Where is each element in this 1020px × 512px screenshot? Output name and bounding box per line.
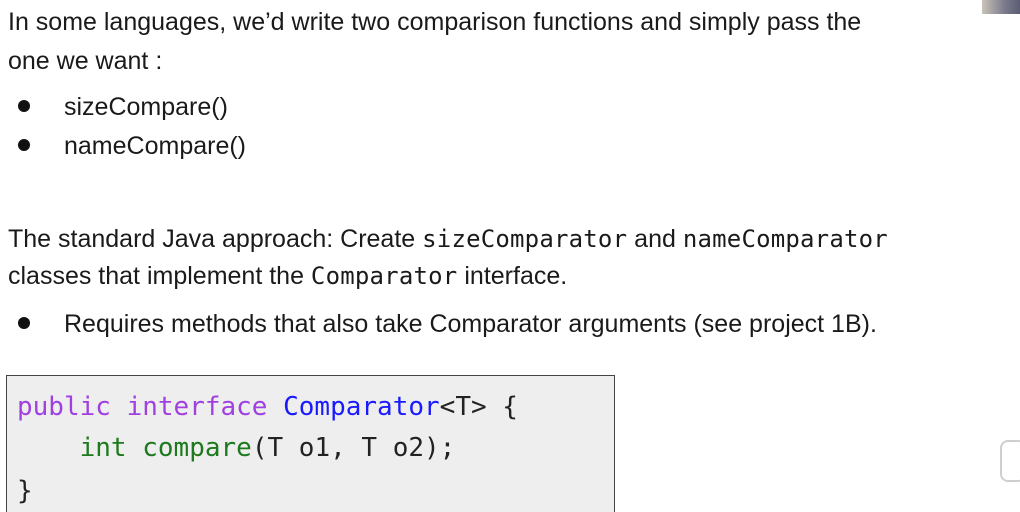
code-type-int: int [79,433,127,463]
approach-middle: and [627,225,683,253]
code-line-3: } [17,476,33,506]
bullet-icon [18,317,30,330]
code-keyword-public: public [17,392,111,422]
code-generic: <T> { [439,392,518,422]
approach-line-2: classes that implement the Comparator in… [8,258,567,294]
approach-line2-prefix: classes that implement the [8,262,311,290]
bullet-text: Requires methods that also take Comparat… [64,310,877,338]
list-item: nameCompare() [18,128,246,164]
code-method-compare: compare [142,433,252,463]
approach-prefix: The standard Java approach: Create [8,225,423,253]
name-comparator-code: nameComparator [682,225,888,253]
bullet-icon [18,100,30,113]
intro-line-1: In some languages, we’d write two compar… [8,8,862,36]
bullet-text: nameCompare() [64,132,247,160]
bullet-text: sizeCompare() [64,93,228,121]
side-panel-handle[interactable] [1000,440,1020,482]
comparator-code: Comparator [310,262,458,290]
approach-line-1: The standard Java approach: Create sizeC… [8,221,888,257]
presenter-thumbnail [982,0,1020,14]
code-interface-name: Comparator [283,392,440,422]
intro-line-2: one we want : [8,47,163,75]
size-comparator-code: sizeComparator [422,225,628,253]
code-line-1: public interface Comparator<T> { [17,390,518,424]
list-item: Requires methods that also take Comparat… [18,306,877,342]
list-item: sizeCompare() [18,89,228,125]
bullet-icon [18,139,30,152]
code-keyword-interface: interface [126,392,268,422]
approach-line2-suffix: interface. [457,262,568,290]
code-params: (T o1, T o2); [251,433,456,463]
code-block: public interface Comparator<T> { int com… [6,375,615,512]
code-line-2: int compare(T o1, T o2); [17,431,456,465]
